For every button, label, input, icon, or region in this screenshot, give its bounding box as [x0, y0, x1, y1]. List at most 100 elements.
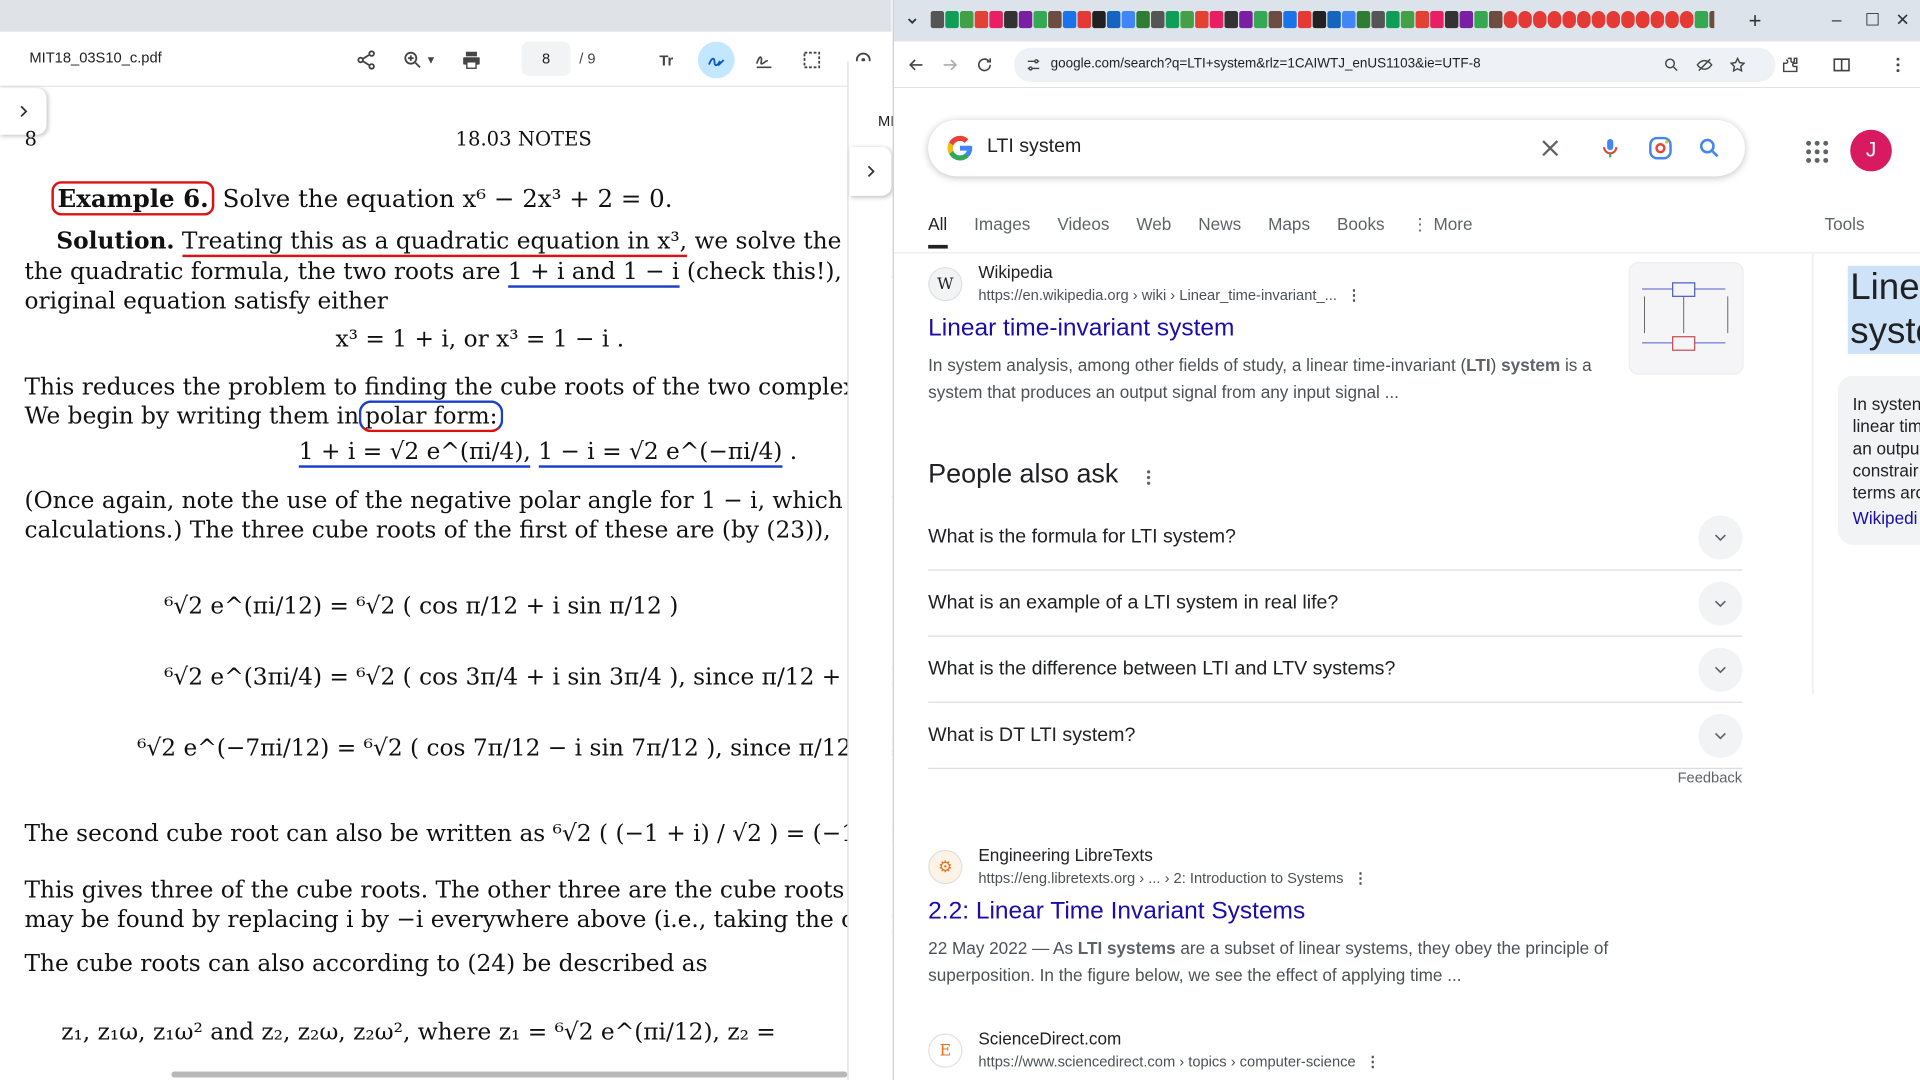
pinned-tab-icon[interactable] — [1106, 11, 1121, 29]
tab-all[interactable]: All — [928, 214, 948, 249]
pinned-tab-icon[interactable] — [1077, 11, 1092, 29]
result-title-link[interactable]: 2.2: Linear Time Invariant Systems — [928, 898, 1305, 926]
pinned-tab-icon[interactable] — [1180, 11, 1194, 29]
pinned-tab-icon[interactable] — [974, 11, 989, 29]
tab-images[interactable]: Images — [974, 214, 1030, 248]
pinned-tab-icon[interactable] — [960, 11, 974, 29]
pinned-tab-icon[interactable] — [1709, 11, 1715, 29]
clear-search-icon[interactable] — [1536, 133, 1565, 162]
chrome-menu-icon[interactable] — [1886, 53, 1910, 77]
pinned-tab-icon[interactable] — [1533, 11, 1547, 29]
chevron-down-icon[interactable] — [1698, 515, 1743, 560]
result-site-name[interactable]: ScienceDirect.com — [978, 1029, 1121, 1049]
result-site-name[interactable]: Wikipedia — [978, 262, 1052, 282]
pinned-tab-icon[interactable] — [1004, 11, 1018, 29]
paa-question[interactable]: What is DT LTI system? — [928, 703, 1743, 769]
pinned-tab-icon[interactable] — [1444, 11, 1459, 29]
pinned-tab-icon[interactable] — [1694, 11, 1709, 29]
pinned-tab-icon[interactable] — [1503, 11, 1518, 29]
pinned-tab-icon[interactable] — [1621, 11, 1635, 29]
chevron-down-icon[interactable] — [1698, 713, 1743, 758]
tab-maps[interactable]: Maps — [1268, 214, 1310, 248]
extensions-icon[interactable] — [1778, 53, 1802, 77]
result-more-icon[interactable]: ⋮ — [1365, 1053, 1380, 1070]
pinned-tab-icon[interactable] — [1562, 11, 1576, 29]
pinned-tab-icon[interactable] — [930, 11, 945, 29]
pinned-tab-icon[interactable] — [1018, 11, 1033, 29]
pinned-tab-icon[interactable] — [1488, 11, 1503, 29]
pinned-tab-icon[interactable] — [1209, 11, 1224, 29]
tab-books[interactable]: Books — [1337, 214, 1385, 248]
pinned-tab-icon[interactable] — [1195, 11, 1209, 29]
pinned-tab-icon[interactable] — [1342, 11, 1356, 29]
google-apps-icon[interactable] — [1802, 137, 1831, 166]
search-input[interactable]: LTI system — [987, 136, 1081, 158]
bookmark-star-icon[interactable] — [1729, 56, 1746, 73]
pinned-tab-icon[interactable] — [1283, 11, 1297, 29]
pinned-tab-icon[interactable] — [1136, 11, 1150, 29]
pinned-tab-icon[interactable] — [945, 11, 959, 29]
pinned-tab-icon[interactable] — [1092, 11, 1106, 29]
horizontal-scrollbar[interactable] — [171, 1071, 848, 1078]
pinned-tab-icon[interactable] — [1268, 11, 1283, 29]
result-url[interactable]: https://eng.libretexts.org › ... › 2: In… — [978, 869, 1368, 886]
pinned-tab-icon[interactable] — [1062, 11, 1077, 29]
reload-icon[interactable] — [972, 53, 996, 77]
print-icon[interactable] — [453, 42, 490, 79]
new-tab-button[interactable]: + — [1749, 9, 1762, 35]
pinned-tab-icon[interactable] — [989, 11, 1003, 29]
tracking-eye-off-icon[interactable] — [1696, 56, 1713, 73]
pinned-tab-icon[interactable] — [1518, 11, 1532, 29]
paa-question[interactable]: What is the formula for LTI system? — [928, 504, 1743, 571]
paa-question[interactable]: What is an example of a LTI system in re… — [928, 571, 1743, 637]
pinned-tab-icon[interactable] — [1253, 11, 1268, 29]
pinned-tab-icon[interactable] — [1239, 11, 1253, 29]
lens-search-icon[interactable] — [1646, 133, 1675, 162]
result-url[interactable]: https://www.sciencedirect.com › topics ›… — [978, 1053, 1380, 1070]
pinned-tab-icon[interactable] — [1400, 11, 1415, 29]
chevron-down-icon[interactable] — [1698, 647, 1743, 692]
signature-icon[interactable] — [746, 42, 783, 79]
zoom-in-icon[interactable]: ▼ — [394, 42, 443, 79]
pinned-tab-icon[interactable] — [1151, 11, 1165, 29]
second-sidebar-expand-button[interactable] — [849, 146, 892, 196]
back-icon[interactable] — [904, 53, 928, 77]
share-icon[interactable] — [348, 42, 385, 79]
result-site-name[interactable]: Engineering LibreTexts — [978, 845, 1152, 865]
maximize-button[interactable]: ☐ — [1865, 10, 1880, 31]
text-size-icon[interactable]: Tr — [650, 42, 687, 79]
result-thumbnail-diagram[interactable] — [1628, 262, 1744, 375]
pinned-tab-icon[interactable] — [1577, 11, 1591, 29]
paa-question[interactable]: What is the difference between LTI and L… — [928, 637, 1743, 703]
reading-mode-icon[interactable] — [1829, 53, 1853, 77]
account-avatar[interactable]: J — [1850, 129, 1892, 172]
result-url[interactable]: https://en.wikipedia.org › wiki › Linear… — [978, 287, 1361, 304]
tab-web[interactable]: Web — [1136, 214, 1171, 248]
annotate-pen-icon[interactable] — [697, 41, 735, 79]
voice-search-icon[interactable] — [1596, 133, 1625, 162]
site-info-icon[interactable] — [1025, 56, 1042, 73]
select-area-icon[interactable] — [793, 42, 830, 79]
tab-search-icon[interactable] — [901, 10, 923, 32]
tab-more[interactable]: ⋮ More — [1412, 214, 1473, 248]
pinned-tab-icon[interactable] — [1680, 11, 1694, 29]
pinned-tab-icon[interactable] — [1386, 11, 1400, 29]
search-box[interactable]: LTI system — [928, 120, 1745, 177]
pinned-tab-icon[interactable] — [1312, 11, 1327, 29]
pinned-tab-icon[interactable] — [1474, 11, 1488, 29]
zoom-icon[interactable] — [1663, 56, 1680, 73]
knowledge-panel-source-link[interactable]: Wikipedi — [1853, 508, 1918, 528]
pinned-tab-icon[interactable] — [1650, 11, 1665, 29]
pinned-tab-icon[interactable] — [1356, 11, 1371, 29]
pinned-tab-icon[interactable] — [1165, 11, 1180, 29]
feedback-link[interactable]: Feedback — [1678, 769, 1743, 786]
pinned-tab-icon[interactable] — [1415, 11, 1429, 29]
pinned-tab-icon[interactable] — [1327, 11, 1341, 29]
result-more-icon[interactable]: ⋮ — [1353, 869, 1368, 886]
minimize-button[interactable]: – — [1832, 10, 1842, 30]
tab-news[interactable]: News — [1198, 214, 1241, 248]
forward-icon[interactable] — [938, 53, 962, 77]
pinned-tab-icon[interactable] — [1591, 11, 1606, 29]
pinned-tabs[interactable] — [930, 11, 1715, 31]
close-window-button[interactable]: ✕ — [1896, 10, 1910, 31]
